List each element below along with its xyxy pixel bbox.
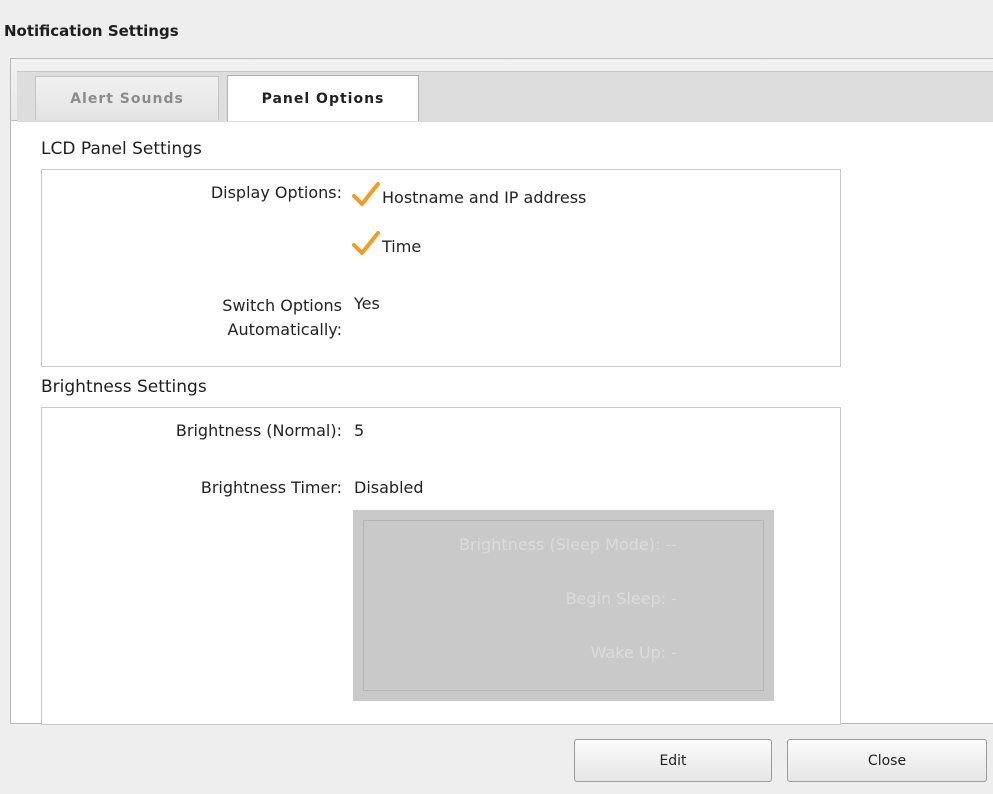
display-options-label: Display Options: [210, 183, 342, 202]
dialog-title: Notification Settings [4, 22, 179, 40]
switch-options-label-line2: Automatically: [227, 320, 342, 339]
settings-frame: Alert Sounds Panel Options LCD Panel Set… [10, 58, 993, 725]
lcd-settings-box: Display Options: Hostname and IP address… [41, 169, 841, 367]
brightness-settings-box: Brightness (Normal): 5 Brightness Timer:… [41, 407, 841, 725]
lcd-section-title: LCD Panel Settings [41, 139, 202, 159]
display-option-time: Time [352, 231, 421, 256]
notification-settings-dialog: Notification Settings Alert Sounds Panel… [0, 0, 993, 794]
sleep-settings-inner: Brightness (Sleep Mode): -- Begin Sleep:… [363, 520, 764, 691]
display-option-hostname-label: Hostname and IP address [382, 188, 587, 207]
tab-alert-sounds[interactable]: Alert Sounds [35, 76, 219, 120]
brightness-section-title: Brightness Settings [41, 377, 207, 397]
sleep-mode-brightness: Brightness (Sleep Mode): -- [459, 535, 677, 554]
begin-sleep: Begin Sleep: - [565, 589, 677, 608]
wake-up: Wake Up: - [590, 643, 677, 662]
tab-bar: Alert Sounds Panel Options [11, 59, 993, 122]
close-button[interactable]: Close [787, 739, 987, 782]
check-icon [352, 182, 380, 206]
check-icon [352, 231, 380, 255]
brightness-timer-label: Brightness Timer: [200, 478, 342, 497]
brightness-normal-label: Brightness (Normal): [175, 421, 342, 440]
brightness-timer-value: Disabled [354, 478, 424, 497]
edit-button[interactable]: Edit [574, 739, 772, 782]
display-option-time-label: Time [382, 237, 422, 256]
tab-panel-options[interactable]: Panel Options [227, 75, 419, 121]
brightness-normal-value: 5 [354, 421, 365, 440]
switch-options-label: Switch Options Automatically: [42, 294, 342, 342]
switch-options-label-line1: Switch Options [222, 296, 342, 315]
switch-options-value: Yes [354, 294, 380, 313]
sleep-settings-panel: Brightness (Sleep Mode): -- Begin Sleep:… [353, 510, 774, 701]
display-option-hostname: Hostname and IP address [352, 182, 586, 207]
